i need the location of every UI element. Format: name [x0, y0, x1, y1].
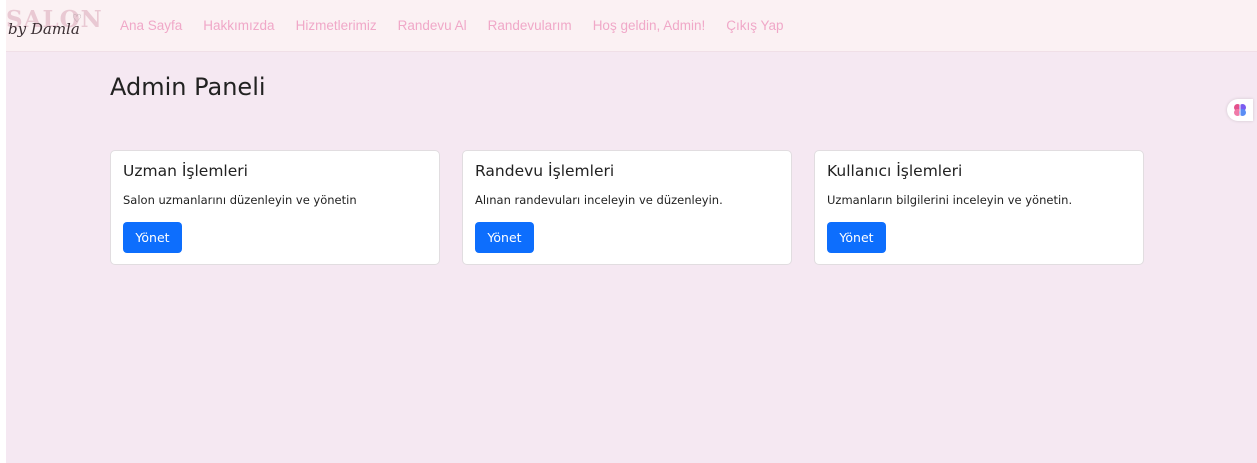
page-title: Admin Paneli: [110, 73, 266, 101]
nav-links: Ana Sayfa Hakkımızda Hizmetlerimiz Rande…: [120, 18, 805, 33]
manage-users-button[interactable]: Yönet: [827, 222, 886, 253]
page: SALON by Damla ♡ Ana Sayfa Hakkımızda Hi…: [6, 0, 1257, 463]
nav-link-logout[interactable]: Çıkış Yap: [726, 18, 783, 33]
nav-link-services[interactable]: Hizmetlerimiz: [296, 18, 377, 33]
card-text: Salon uzmanlarını düzenleyin ve yönetin: [123, 193, 357, 207]
card-text: Uzmanların bilgilerini inceleyin ve yöne…: [827, 193, 1073, 207]
logo[interactable]: SALON by Damla ♡: [6, 0, 102, 51]
nav-link-home[interactable]: Ana Sayfa: [120, 18, 182, 33]
card-user-operations: Kullanıcı İşlemleri Uzmanların bilgileri…: [814, 150, 1144, 265]
manage-appointments-button[interactable]: Yönet: [475, 222, 534, 253]
card-title: Kullanıcı İşlemleri: [827, 162, 963, 180]
nav-link-welcome-user[interactable]: Hoş geldin, Admin!: [593, 18, 706, 33]
nav-link-about[interactable]: Hakkımızda: [203, 18, 274, 33]
brain-icon-graphic: [1234, 104, 1246, 116]
card-expert-operations: Uzman İşlemleri Salon uzmanlarını düzenl…: [110, 150, 440, 265]
nav-link-book-appointment[interactable]: Randevu Al: [398, 18, 467, 33]
heart-icon: ♡: [72, 12, 82, 25]
card-title: Randevu İşlemleri: [475, 162, 615, 180]
card-text: Alınan randevuları inceleyin ve düzenley…: [475, 193, 723, 207]
card-appointment-operations: Randevu İşlemleri Alınan randevuları inc…: [462, 150, 792, 265]
card-title: Uzman İşlemleri: [123, 162, 248, 180]
nav-link-my-appointments[interactable]: Randevularım: [488, 18, 572, 33]
brain-icon[interactable]: [1227, 99, 1253, 121]
navbar: SALON by Damla ♡ Ana Sayfa Hakkımızda Hi…: [6, 0, 1257, 52]
logo-script-text: by Damla: [8, 20, 80, 38]
manage-experts-button[interactable]: Yönet: [123, 222, 182, 253]
